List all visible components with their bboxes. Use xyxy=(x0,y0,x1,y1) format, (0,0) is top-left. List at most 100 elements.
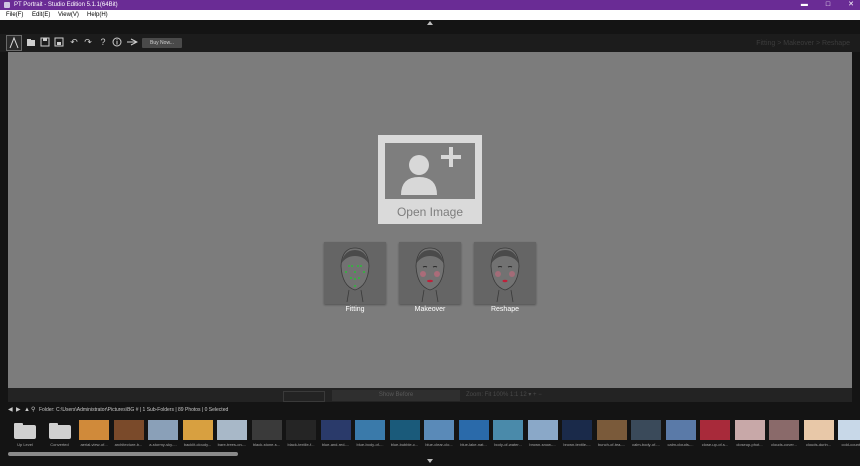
menu-edit[interactable]: Edit(E) xyxy=(32,10,50,20)
thumbnail-caption: blue-and-red-... xyxy=(321,442,350,447)
filmstrip-thumbnail[interactable]: blue-clear-clo... xyxy=(424,418,454,448)
info-icon[interactable] xyxy=(112,37,122,47)
photo-thumbnail xyxy=(148,420,178,440)
reshape-mode-button[interactable] xyxy=(474,242,536,304)
filmstrip-thumbnail[interactable]: cold-countr... xyxy=(838,418,860,448)
nav-up-icon[interactable]: ▲ xyxy=(24,404,30,416)
photo-thumbnail xyxy=(527,420,558,440)
filmstrip-thumbnail[interactable]: calm-clouds-... xyxy=(665,418,696,448)
filmstrip-thumbnail[interactable]: blue-bubble-c... xyxy=(389,418,420,448)
maximize-icon[interactable]: □ xyxy=(826,0,830,10)
show-before-button[interactable]: Show Before xyxy=(332,390,460,401)
thumbnail-caption: bunch-of-tea-... xyxy=(597,442,626,447)
filmstrip-thumbnail[interactable]: closeup-phot... xyxy=(734,418,765,448)
photo-thumbnail xyxy=(424,420,454,440)
thumbnail-caption: black-stone-s... xyxy=(252,442,281,447)
face-makeover-icon xyxy=(415,247,445,303)
view-layout-icon[interactable] xyxy=(283,391,325,402)
filmstrip-thumbnail[interactable]: close-up-of-s... xyxy=(700,418,730,448)
makeover-mode-button[interactable] xyxy=(399,242,461,304)
folder-open-icon[interactable] xyxy=(26,37,36,47)
collapse-up-icon[interactable] xyxy=(427,21,433,25)
photo-thumbnail xyxy=(79,420,109,440)
open-image-button[interactable]: Open Image xyxy=(378,135,482,224)
photo-thumbnail xyxy=(665,420,696,440)
thumbnail-caption: aerial-view-of... xyxy=(80,442,108,447)
nav-forward-icon[interactable]: ▶ xyxy=(16,404,21,416)
menu-bar: File(F) Edit(E) View(V) Help(H) xyxy=(0,10,860,20)
window-title: PT Portrait - Studio Edition 5.1.1(64Bit… xyxy=(14,2,118,8)
photo-thumbnail xyxy=(734,420,765,440)
filmstrip-thumbnail[interactable]: a-stormy-sky-... xyxy=(148,418,178,448)
filmstrip-folder[interactable]: Up Level xyxy=(10,418,40,448)
filmstrip-thumbnail[interactable]: architecture-b... xyxy=(113,418,144,448)
open-image-label: Open Image xyxy=(396,205,464,219)
window-controls: ▬ □ ✕ xyxy=(801,0,854,10)
close-icon[interactable]: ✕ xyxy=(848,0,854,10)
filmstrip-thumbnail[interactable]: black-stone-s... xyxy=(251,418,282,448)
menu-help[interactable]: Help(H) xyxy=(87,10,108,20)
save-as-icon[interactable] xyxy=(54,37,64,47)
filmstrip-thumbnail[interactable]: bunch-of-tea-... xyxy=(596,418,627,448)
filmstrip-thumbnail[interactable]: blue-and-red-... xyxy=(320,418,351,448)
photo-thumbnail xyxy=(182,420,213,440)
folder-path-bar: ◀ ▶ ▲ ⚲ Folder: C:\Users\Administrator\P… xyxy=(0,404,860,416)
app-logo-icon[interactable] xyxy=(6,35,22,51)
filmstrip-thumbnail[interactable]: clouds-durin... xyxy=(803,418,834,448)
filmstrip-thumbnail[interactable]: calm-body-of-... xyxy=(631,418,661,448)
photo-thumbnail xyxy=(631,420,661,440)
nav-back-icon[interactable]: ◀ xyxy=(8,404,13,416)
photo-thumbnail xyxy=(596,420,627,440)
zoom-controls[interactable]: Zoom: Fit 100% 1:1 12 ▾ + − xyxy=(466,390,542,401)
title-bar: PT Portrait - Studio Edition 5.1.1(64Bit… xyxy=(0,0,860,10)
minimize-icon[interactable]: ▬ xyxy=(801,0,808,10)
thumbnail-caption: backlit-cloudy... xyxy=(183,442,212,447)
redo-icon[interactable]: ↷ xyxy=(83,37,93,47)
menu-view[interactable]: View(V) xyxy=(58,10,79,20)
thumbnail-caption: calm-body-of-... xyxy=(632,442,660,447)
photo-thumbnail xyxy=(493,420,523,440)
thumbnail-caption: brown-snow-... xyxy=(529,442,556,447)
photo-thumbnail xyxy=(389,420,420,440)
photo-thumbnail xyxy=(700,420,730,440)
filmstrip-thumbnail[interactable]: blue-lake-nat... xyxy=(458,418,489,448)
photo-thumbnail xyxy=(458,420,489,440)
photo-thumbnail xyxy=(838,420,860,440)
thumbnail-caption: calm-clouds-... xyxy=(667,442,694,447)
filmstrip-thumbnail[interactable]: brown-textile-... xyxy=(562,418,592,448)
photo-thumbnail xyxy=(355,420,385,440)
filmstrip-thumbnail[interactable]: clouds-cover... xyxy=(769,418,799,448)
filmstrip-thumbnail[interactable]: aerial-view-of... xyxy=(79,418,109,448)
thumbnail-caption: clouds-durin... xyxy=(805,442,832,447)
search-icon[interactable]: ⚲ xyxy=(31,404,35,416)
thumbnail-caption: brown-textile-... xyxy=(563,442,591,447)
filmstrip-thumbnail[interactable]: black-textile-f... xyxy=(286,418,316,448)
help-icon[interactable]: ? xyxy=(98,37,108,47)
fitting-mode-button[interactable] xyxy=(324,242,386,304)
thumbnail-caption: clouds-cover... xyxy=(771,442,797,447)
fitting-label: Fitting xyxy=(345,306,365,313)
open-image-icon-area xyxy=(385,143,475,199)
photo-thumbnail xyxy=(251,420,282,440)
feather-icon[interactable] xyxy=(126,37,139,47)
filmstrip-thumbnail[interactable]: brown-snow-... xyxy=(527,418,558,448)
filmstrip-thumbnail[interactable]: bare-trees-on-... xyxy=(217,418,247,448)
save-icon[interactable] xyxy=(40,37,50,47)
filmstrip-scrollbar[interactable] xyxy=(8,452,238,456)
collapse-down-icon[interactable] xyxy=(427,459,433,463)
undo-icon[interactable]: ↶ xyxy=(69,37,79,47)
face-fitting-icon xyxy=(340,247,370,303)
photo-thumbnail xyxy=(803,420,834,440)
folder-icon xyxy=(45,420,75,440)
filmstrip-thumbnail[interactable]: backlit-cloudy... xyxy=(182,418,213,448)
menu-file[interactable]: File(F) xyxy=(6,10,23,20)
filmstrip-thumbnail[interactable]: body-of-water... xyxy=(493,418,523,448)
photo-thumbnail xyxy=(320,420,351,440)
filmstrip-folder[interactable]: Converted xyxy=(45,418,75,448)
thumbnail-caption: body-of-water... xyxy=(494,442,522,447)
photo-thumbnail xyxy=(217,420,247,440)
filmstrip-thumbnail[interactable]: blue-body-of-... xyxy=(355,418,385,448)
makeover-label: Makeover xyxy=(414,306,446,313)
buy-now-button[interactable]: Buy Now... xyxy=(142,38,182,48)
thumbnail-caption: bare-trees-on-... xyxy=(217,442,247,447)
